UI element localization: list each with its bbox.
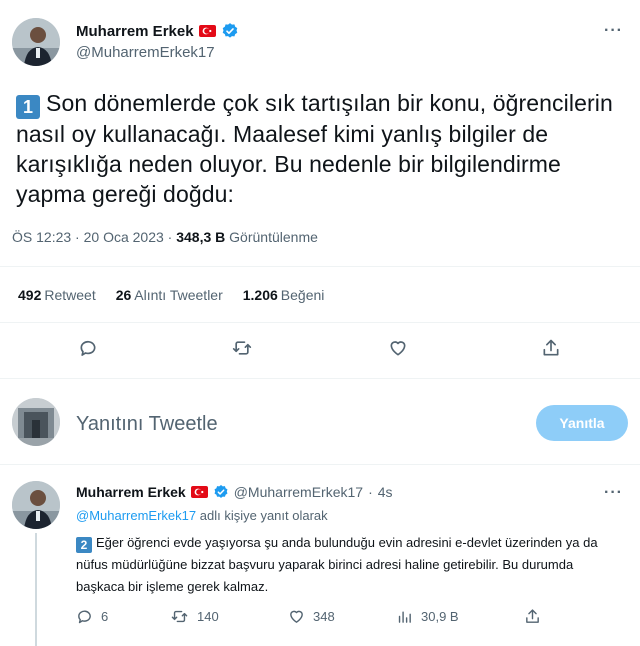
reply-name-row: Muharrem Erkek @MuharremErkek17 · 4s: [76, 484, 393, 500]
divider: [0, 266, 640, 267]
retweet-count-action[interactable]: 140: [170, 608, 219, 625]
reply-text-container: 2 Eğer öğrenci evde yaşıyorsa şu anda bul…: [76, 532, 616, 598]
turkey-flag-icon: [198, 25, 216, 37]
heart-icon: [290, 610, 303, 623]
verified-icon: [221, 22, 239, 40]
verified-icon: [213, 484, 229, 500]
share-icon[interactable]: [531, 328, 571, 368]
reply-avatar[interactable]: [12, 481, 60, 529]
author-handle[interactable]: @MuharremErkek17: [76, 44, 215, 61]
avatar[interactable]: [12, 18, 60, 66]
tweet-actions: [0, 328, 640, 372]
reply-author-name[interactable]: Muharrem Erkek: [76, 484, 186, 500]
reply-time[interactable]: 4s: [378, 484, 393, 500]
divider: [0, 322, 640, 323]
author-name-row: Muharrem Erkek: [76, 22, 239, 40]
tweet-text: Son dönemlerde çok sık tartışılan bir ko…: [16, 90, 613, 207]
views-count-action[interactable]: 30,9 B: [396, 608, 459, 625]
reply-text: Eğer öğrenci evde yaşıyorsa şu anda bulu…: [76, 535, 598, 594]
reply-input[interactable]: Yanıtını Tweetle: [76, 413, 218, 436]
reply-icon[interactable]: [68, 328, 108, 368]
more-icon[interactable]: ···: [604, 484, 623, 502]
reply-author-handle[interactable]: @MuharremErkek17: [234, 484, 363, 500]
divider: [0, 378, 640, 379]
tweet-stats: 492 Retweet 26 Alıntı Tweetler 1.206 Beğeni: [18, 287, 324, 303]
heart-icon[interactable]: [378, 328, 418, 368]
replying-to-handle[interactable]: @MuharremErkek17: [76, 508, 196, 523]
like-count-action[interactable]: 348: [288, 608, 335, 625]
views-count: 348,3 B: [176, 229, 226, 245]
more-icon[interactable]: ···: [604, 22, 623, 40]
number-two-badge: 2: [76, 537, 92, 553]
reply-actions: 6 140 348 30,9 B: [76, 608, 616, 630]
reply-button[interactable]: Yanıtla: [536, 405, 628, 441]
quotes-stat[interactable]: 26 Alıntı Tweetler: [116, 287, 223, 303]
reply-count-action[interactable]: 6: [76, 608, 108, 625]
tweet-time[interactable]: ÖS 12:23: [12, 229, 71, 245]
tweet-text-container: 1 Son dönemlerde çok sık tartışılan bir k…: [16, 88, 624, 209]
views-icon: [398, 611, 411, 623]
share-icon[interactable]: [524, 608, 541, 625]
number-one-badge: 1: [16, 95, 40, 119]
tweet-date[interactable]: 20 Oca 2023: [84, 229, 164, 245]
retweets-stat[interactable]: 492 Retweet: [18, 287, 96, 303]
views-label: Görüntülenme: [229, 229, 318, 245]
composer-avatar[interactable]: [12, 398, 60, 446]
reply-icon: [78, 610, 91, 624]
turkey-flag-icon: [190, 486, 208, 498]
replying-to: @MuharremErkek17 adlı kişiye yanıt olara…: [76, 508, 328, 523]
tweet-meta: ÖS 12:23 · 20 Oca 2023 · 348,3 B Görüntü…: [12, 229, 318, 245]
thread-line: [35, 533, 37, 646]
author-name[interactable]: Muharrem Erkek: [76, 23, 194, 40]
retweet-icon: [171, 610, 188, 623]
retweet-icon[interactable]: [222, 328, 262, 368]
likes-stat[interactable]: 1.206 Beğeni: [243, 287, 325, 303]
divider: [0, 464, 640, 465]
